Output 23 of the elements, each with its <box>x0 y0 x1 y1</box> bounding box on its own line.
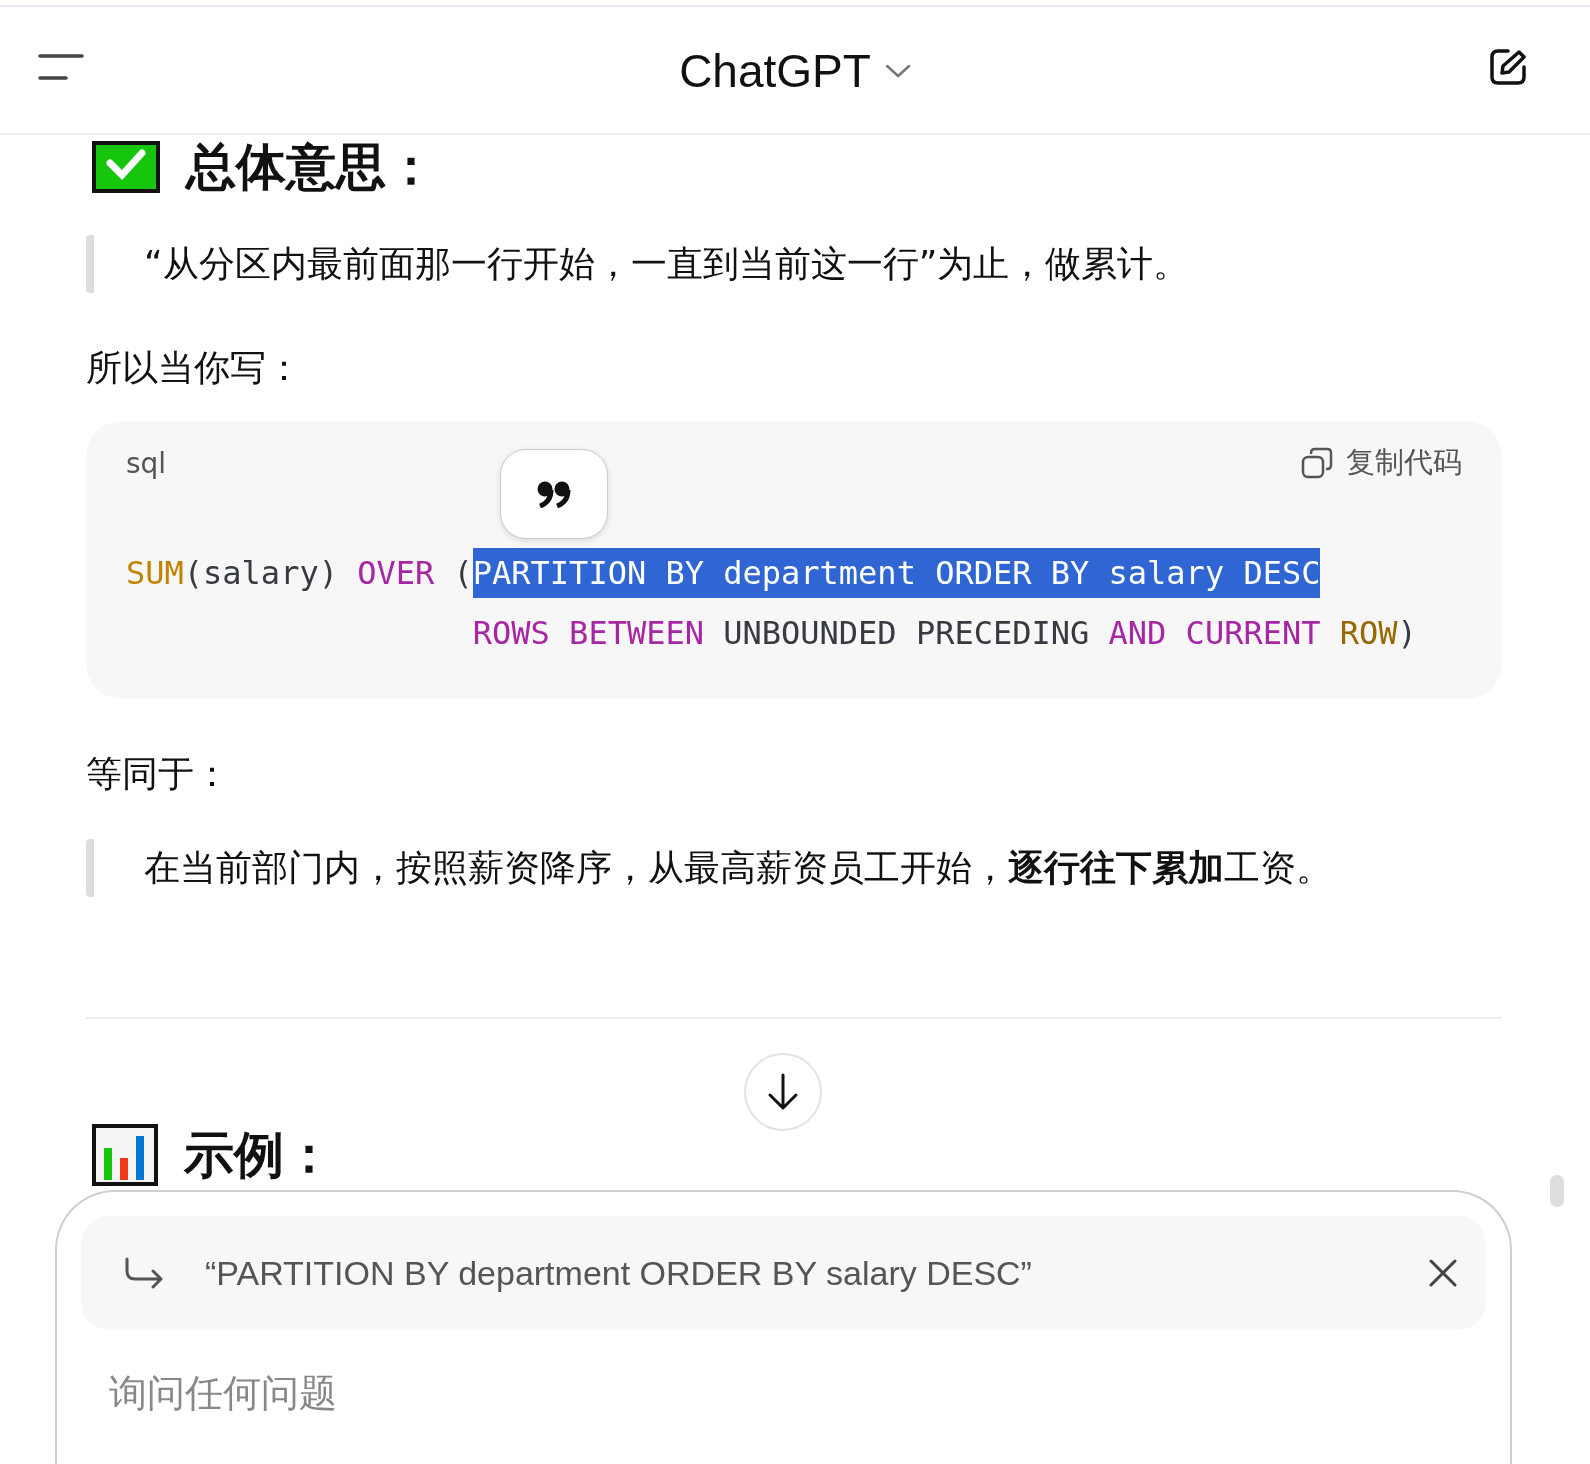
quoted-text: “PARTITION BY department ORDER BY salary DESC” <box>205 1253 1033 1293</box>
code-line: ROWS BETWEEN UNBOUNDED PRECEDING AND CURRENT ROW) <box>471 613 1418 654</box>
quote-text: “从分区内最前面那一行开始，一直到当前这一行”为止，做累计。 <box>144 243 1190 284</box>
model-title[interactable]: ChatGPT <box>679 44 871 98</box>
message-input[interactable]: 询问任何问题 <box>107 1370 811 1416</box>
checkmark-icon <box>92 141 160 193</box>
reply-arrow-icon <box>123 1257 165 1289</box>
bar-chart-icon <box>92 1124 158 1186</box>
chevron-down-icon[interactable] <box>884 63 911 79</box>
quote-icon <box>536 480 572 508</box>
menu-icon[interactable] <box>38 52 84 81</box>
code-language: sql <box>126 446 167 480</box>
new-chat-icon[interactable] <box>1488 46 1528 87</box>
copy-icon <box>1300 446 1334 480</box>
quote-text: 在当前部门内，按照薪资降序，从最高薪资员工开始，逐行往下累加工资。 <box>144 847 1332 888</box>
close-icon[interactable] <box>1428 1258 1458 1288</box>
paragraph: 所以当你写： <box>86 346 303 390</box>
scrollbar-thumb[interactable] <box>1550 1175 1564 1207</box>
quote-button[interactable] <box>500 449 608 539</box>
section-heading: 示例： <box>184 1125 334 1186</box>
paragraph: 等同于： <box>86 752 231 796</box>
section-heading: 总体意思： <box>186 137 436 198</box>
copy-code-button[interactable]: 复制代码 <box>1300 443 1462 483</box>
